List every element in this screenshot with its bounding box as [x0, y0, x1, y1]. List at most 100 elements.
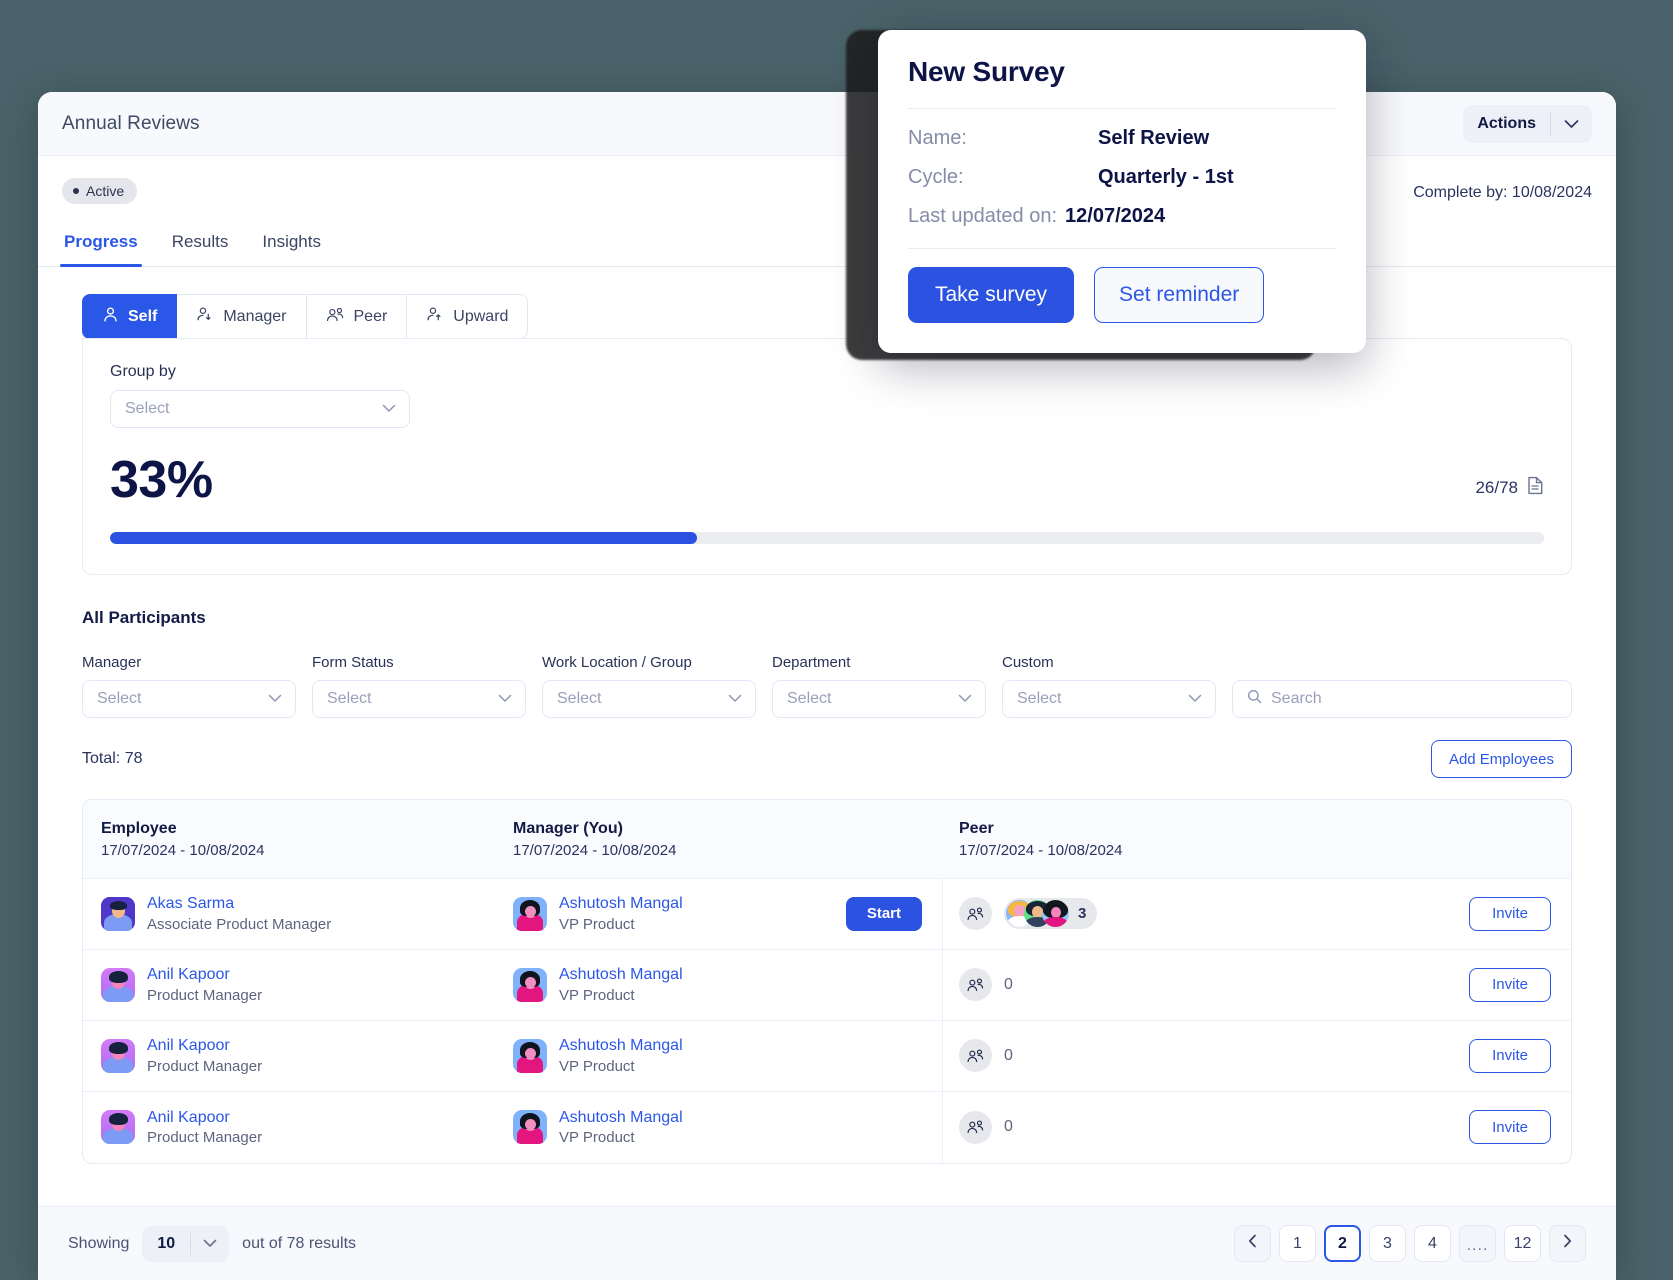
table-row: Anil Kapoor Product Manager Ashutosh Man…	[83, 949, 1571, 1021]
tab-results[interactable]: Results	[170, 226, 231, 266]
employee-name[interactable]: Akas Sarma	[147, 893, 331, 915]
peer-cell: 0 Invite	[943, 1110, 1571, 1145]
employee-role: Associate Product Manager	[147, 915, 332, 933]
group-by-value: Select	[125, 400, 170, 417]
page-size-value: 10	[157, 1234, 176, 1252]
document-icon[interactable]	[1527, 476, 1544, 500]
filter-manager-select[interactable]: Select	[82, 680, 296, 718]
pagination-page-4[interactable]: 4	[1414, 1225, 1451, 1262]
filter-work-location-select[interactable]: Select	[542, 680, 756, 718]
column-title: Peer	[959, 820, 994, 837]
total-count: Total: 78	[82, 750, 143, 767]
pagination-prev-button[interactable]	[1234, 1225, 1271, 1262]
new-survey-modal: New Survey Name: Self Review Cycle: Quar…	[878, 30, 1366, 353]
employee-name[interactable]: Anil Kapoor	[147, 964, 262, 986]
manager-cell: Ashutosh Mangal VP Product	[513, 949, 943, 1020]
avatar	[513, 896, 547, 931]
manager-name[interactable]: Ashutosh Mangal	[559, 964, 683, 986]
avatar	[513, 1110, 547, 1145]
peer-count: 3	[1078, 905, 1087, 923]
peer-avatars-stack[interactable]: 3	[1004, 898, 1098, 930]
chevron-down-icon	[268, 690, 282, 708]
employee-cell: Anil Kapoor Product Manager	[83, 1107, 513, 1149]
pagination-page-12[interactable]: 12	[1504, 1225, 1541, 1262]
employee-cell: Anil Kapoor Product Manager	[83, 1035, 513, 1077]
avatar	[101, 1110, 135, 1145]
role-tab-peer-label: Peer	[353, 307, 388, 325]
pagination-page-3[interactable]: 3	[1369, 1225, 1406, 1262]
employee-role: Product Manager	[147, 986, 263, 1004]
table-footer: Showing 10 out of 78 results 1 2 3 4 ...…	[38, 1206, 1616, 1280]
invite-button[interactable]: Invite	[1469, 896, 1551, 931]
peer-count: 0	[1004, 975, 1013, 993]
role-tab-upward[interactable]: Upward	[407, 294, 529, 339]
complete-by-text: Complete by: 10/08/2024	[1413, 184, 1592, 201]
filter-department-select[interactable]: Select	[772, 680, 986, 718]
progress-card: Group by Select 33% 26/78	[82, 338, 1572, 575]
main-tabs: Progress Results Insights	[38, 226, 1616, 267]
pagination-ellipsis[interactable]: ....	[1459, 1225, 1496, 1262]
modal-updated-value: 12/07/2024	[1065, 205, 1166, 227]
pagination-page-2[interactable]: 2	[1324, 1225, 1361, 1262]
filter-department-value: Select	[787, 690, 832, 707]
invite-button[interactable]: Invite	[1469, 967, 1551, 1002]
chevron-right-icon	[1563, 1234, 1572, 1253]
manager-cell: Ashutosh Mangal VP Product Start	[513, 878, 943, 949]
manager-person: Ashutosh Mangal VP Product	[513, 1035, 683, 1077]
set-reminder-button[interactable]: Set reminder	[1094, 267, 1265, 323]
role-tab-manager[interactable]: Manager	[177, 294, 307, 339]
chevron-down-icon	[191, 1239, 229, 1248]
progress-bar-fill	[110, 532, 697, 544]
two-people-icon	[959, 1110, 992, 1144]
manager-name[interactable]: Ashutosh Mangal	[559, 893, 683, 915]
results-total-label: out of 78 results	[242, 1234, 357, 1252]
chevron-down-icon	[382, 400, 396, 418]
page-size-select[interactable]: 10	[142, 1225, 230, 1262]
employee-name[interactable]: Anil Kapoor	[147, 1107, 262, 1129]
column-dates: 17/07/2024 - 10/08/2024	[101, 842, 265, 860]
person-icon	[102, 306, 119, 328]
page-title: Annual Reviews	[62, 112, 200, 134]
filter-form-status-label: Form Status	[312, 654, 394, 671]
peer-count: 0	[1004, 1046, 1013, 1064]
start-button[interactable]: Start	[845, 896, 922, 931]
modal-cycle-row: Cycle: Quarterly - 1st	[908, 166, 1336, 189]
table-column-employee: Employee 17/07/2024 - 10/08/2024	[83, 800, 513, 878]
invite-button[interactable]: Invite	[1469, 1038, 1551, 1073]
chevron-down-icon	[1551, 119, 1592, 129]
avatar	[101, 896, 135, 931]
participants-section-title: All Participants	[82, 608, 206, 627]
avatar	[101, 1038, 135, 1073]
employee-name[interactable]: Anil Kapoor	[147, 1035, 262, 1057]
modal-cycle-label: Cycle:	[908, 166, 964, 188]
pagination-page-1[interactable]: 1	[1279, 1225, 1316, 1262]
modal-title: New Survey	[908, 56, 1065, 87]
column-dates: 17/07/2024 - 10/08/2024	[513, 842, 677, 860]
role-tab-self[interactable]: Self	[82, 294, 178, 339]
filter-form-status-select[interactable]: Select	[312, 680, 526, 718]
tab-insights[interactable]: Insights	[260, 226, 323, 266]
peer-cell: 0 Invite	[943, 967, 1571, 1002]
add-employees-button[interactable]: Add Employees	[1430, 740, 1572, 778]
table-column-peer: Peer 17/07/2024 - 10/08/2024	[943, 800, 1571, 878]
invite-button[interactable]: Invite	[1469, 1110, 1551, 1145]
tab-progress[interactable]: Progress	[60, 226, 142, 267]
modal-name-label: Name:	[908, 127, 967, 149]
manager-person: Ashutosh Mangal VP Product	[513, 964, 683, 1006]
group-by-select[interactable]: Select	[110, 390, 410, 428]
peer-group: 3	[959, 897, 1098, 931]
filter-custom-select[interactable]: Select	[1002, 680, 1216, 718]
take-survey-button[interactable]: Take survey	[908, 267, 1075, 323]
role-tab-peer[interactable]: Peer	[306, 294, 408, 339]
manager-role: VP Product	[559, 915, 635, 933]
search-input[interactable]: Search	[1232, 680, 1572, 718]
filter-work-location-value: Select	[557, 690, 602, 707]
search-icon	[1247, 689, 1262, 709]
pagination-next-button[interactable]	[1549, 1225, 1586, 1262]
app-header: Annual Reviews Actions	[38, 92, 1616, 156]
manager-name[interactable]: Ashutosh Mangal	[559, 1035, 683, 1057]
total-row: Total: 78 Add Employees	[82, 740, 1572, 778]
employee-role: Product Manager	[147, 1057, 263, 1075]
actions-button[interactable]: Actions	[1463, 104, 1592, 143]
manager-name[interactable]: Ashutosh Mangal	[559, 1107, 683, 1129]
